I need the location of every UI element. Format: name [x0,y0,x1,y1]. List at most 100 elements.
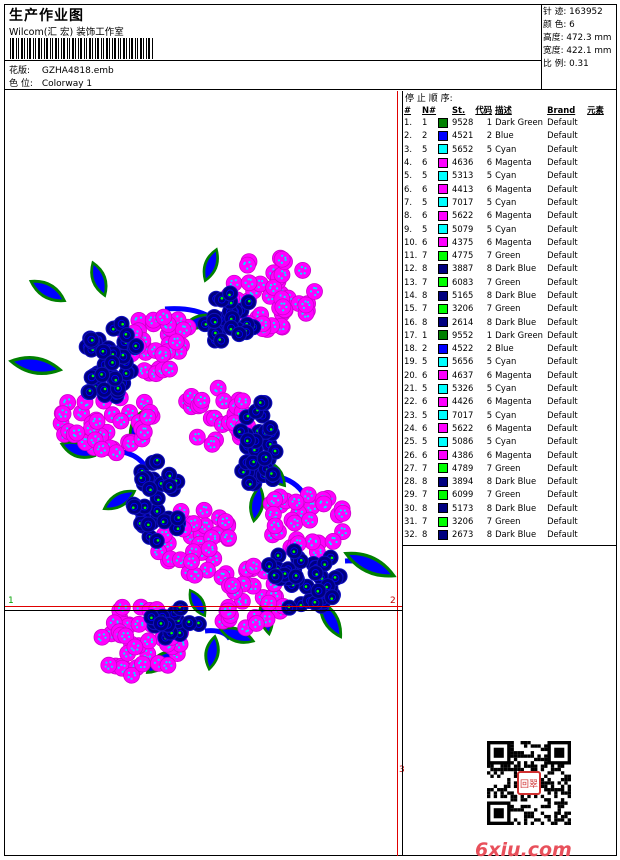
dark-blue-berry [152,615,169,632]
qr-module [517,754,521,758]
dark-blue-berry [94,366,111,383]
row-description: Dark Blue [495,290,537,300]
magenta-floret [113,598,131,616]
row-description: Magenta [495,210,532,221]
design-name-row: 花版: GZHA4818.emb [9,63,114,76]
dark-blue-berry [172,600,189,617]
row-description: Cyan [495,170,517,181]
row-element [587,289,616,302]
row-needle: 5 [422,383,428,394]
qr-module [523,754,528,758]
qr-module [510,741,514,745]
row-code: 5 [486,170,493,181]
qr-module [490,764,494,768]
qr-module [530,764,535,768]
row-swatch [438,182,452,195]
row-brand: Default [547,236,578,247]
qr-module [527,811,531,815]
row-stitches: 5079 [452,223,474,234]
row-swatch [438,169,452,182]
row-code: 7 [486,462,493,473]
row-needle: 5 [422,409,428,420]
magenta-floret [68,424,86,442]
magenta-floret [88,413,106,430]
qr-module [507,764,511,768]
row-code: 5 [486,383,493,394]
row-index: 2. [404,130,412,141]
table-row: 10. 6 4375 6 Magenta Default [403,236,616,249]
row-brand: Default [547,369,578,380]
row-index: 6. [404,183,412,194]
row-stitches: 4775 [452,250,474,261]
qr-module [564,801,568,805]
qr-module [507,767,511,772]
row-stitches: 4521 [452,130,474,141]
color-swatch [438,370,448,381]
barcode-bar [103,38,104,59]
barcode-bar [38,38,40,59]
row-needle: 5 [422,356,428,367]
qr-module [567,811,571,815]
qr-module [530,744,535,748]
row-code: 6 [486,157,493,168]
row-stitches: 5622 [452,210,474,221]
qr-module [567,821,571,825]
stat-scale: 比 例: 0.31 [543,59,589,69]
qr-module [537,757,541,762]
barcode-bar [80,38,82,59]
qr-module [517,764,521,768]
table-row: 15. 7 3206 7 Green Default [403,302,616,315]
row-brand: Default [547,356,578,367]
barcode-bar [135,38,136,59]
qr-module [513,808,518,812]
row-element [587,422,616,435]
qr-module [513,754,518,758]
qr-module [547,804,551,809]
row-stitches: 4375 [452,236,474,247]
qr-module [513,771,518,775]
row-description: Blue [495,130,514,141]
qr-module [523,761,528,765]
row-stitches: 4426 [452,396,474,407]
dark-blue-berry [324,589,341,606]
dark-blue-berry [181,615,198,632]
row-brand: Default [547,529,578,540]
qr-module [567,774,571,778]
qr-module [517,808,521,812]
barcode-bar [41,38,42,59]
row-stitches: 9528 [452,117,474,128]
row-code: 5 [486,436,493,447]
magenta-floret [266,517,284,535]
qr-module [547,771,551,775]
qr-module [560,798,565,802]
barcode-bar [143,38,144,59]
qr-module [513,794,518,799]
qr-seal-text: 回翠 [520,779,538,790]
qr-module [500,771,504,775]
row-element [587,435,616,448]
row-description: Dark Green [495,117,543,128]
row-code: 7 [486,516,493,527]
row-needle: 2 [422,130,428,141]
row-code: 8 [486,502,493,513]
magenta-floret [154,346,172,363]
col-element: 元素 [587,104,604,115]
qr-module [517,767,521,772]
barcode-bar [35,38,36,59]
magenta-floret [266,491,284,508]
barcode-bar [69,38,70,59]
row-description: Cyan [495,356,517,367]
qr-module [523,764,528,768]
qr-module [530,767,535,772]
row-code: 6 [486,210,493,221]
table-row: 12. 8 3887 8 Dark Blue Default [403,262,616,275]
row-needle: 8 [422,316,428,327]
leaf [8,356,64,376]
row-element [587,182,616,195]
row-description: Dark Blue [495,529,537,540]
row-swatch [438,488,452,501]
magenta-floret [107,444,125,462]
qr-module [554,794,558,799]
row-description: Blue [495,343,514,354]
qr-module [487,771,491,775]
